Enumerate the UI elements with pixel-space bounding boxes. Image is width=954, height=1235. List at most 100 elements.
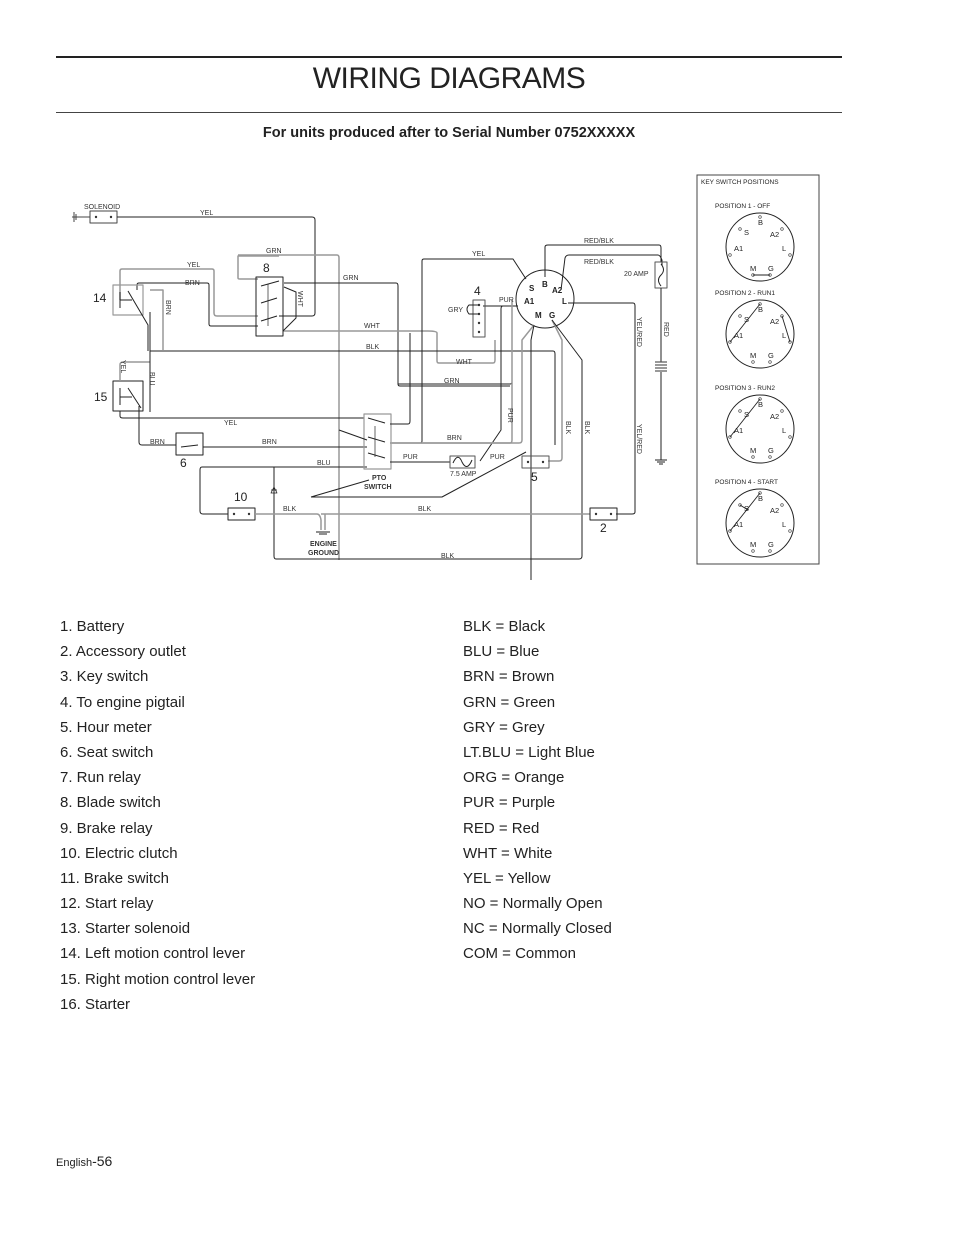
color-legend-item: COM = Common xyxy=(463,945,576,963)
fuse-7-5-amp-label: 7.5 AMP xyxy=(450,471,477,478)
key-pin-dot-g xyxy=(768,549,772,553)
key-pin-b: B xyxy=(542,280,548,289)
key-pin-dot-a2 xyxy=(780,409,784,413)
color-legend: BLK = Black BLU = Blue BRN = Brown GRN = Gr… xyxy=(463,614,612,967)
component-legend-item: 4. To engine pigtail xyxy=(60,693,185,711)
color-legend-item: BLU = Blue xyxy=(463,643,540,661)
wiring-diagram: SOLENOID YEL GRN YEL BRN GRN WHT BLK WHT… xyxy=(72,174,820,580)
key-pin-dot-l xyxy=(788,435,792,439)
key-position-pin-label: A2 xyxy=(770,506,779,515)
key-position-pin-label: S xyxy=(744,228,749,237)
key-position-pin-label: A2 xyxy=(770,412,779,421)
key-position-pin-label: L xyxy=(782,426,786,435)
callout-5: 5 xyxy=(531,470,538,484)
solenoid-label: SOLENOID xyxy=(84,204,120,211)
color-legend-item: NO = Normally Open xyxy=(463,895,603,913)
key-pin-dot-g xyxy=(768,455,772,459)
key-pin-dot-g xyxy=(768,360,772,364)
component-legend-item: 15. Right motion control lever xyxy=(60,970,256,988)
key-position-pin-label: G xyxy=(768,540,774,549)
color-legend-item: RED = Red xyxy=(463,819,540,837)
key-position-pin-label: M xyxy=(750,446,756,455)
key-pin-l: L xyxy=(562,297,567,306)
key-position-label: POSITION 1 - OFF xyxy=(715,203,770,210)
key-position-label: POSITION 3 - RUN2 xyxy=(715,385,775,392)
component-legend-item: 16. Starter xyxy=(60,995,131,1013)
wire-label-red-blk-1: RED/BLK xyxy=(584,238,614,245)
key-position-pin-label: B xyxy=(758,305,763,314)
page-footer: English-56 xyxy=(56,1153,112,1169)
page-subtitle: For units produced after to Serial Numbe… xyxy=(262,125,636,141)
footer-page-number: -56 xyxy=(92,1153,113,1169)
wire-label-grn: GRN xyxy=(266,248,282,255)
wire-label-blk-vert-2: BLK xyxy=(583,421,590,435)
component-legend-item: 14. Left motion control lever xyxy=(60,945,246,963)
key-pin-dot-m xyxy=(751,455,755,459)
component-legend-item: 6. Seat switch xyxy=(60,743,154,761)
component-legend-item: 10. Electric clutch xyxy=(60,844,178,862)
wire-label-blu-vert: BLU xyxy=(148,372,155,386)
wire-label-yel-key: YEL xyxy=(472,251,485,258)
key-position-4: POSITION 4 - STARTBS A2A1 LM G xyxy=(715,479,795,558)
key-connection-line xyxy=(729,492,761,532)
key-position-pin-label: A2 xyxy=(770,230,779,239)
component-legend-item: 3. Key switch xyxy=(60,668,149,686)
wire-label-yel-vert: YEL xyxy=(119,360,126,373)
component-legend-item: 11. Brake switch xyxy=(60,869,169,887)
key-position-pin-label: L xyxy=(782,244,786,253)
key-pin-a2: A2 xyxy=(552,286,563,295)
key-pin-m: M xyxy=(535,311,542,320)
wire-label-brn-pto: BRN xyxy=(262,439,277,446)
color-legend-item: PUR = Purple xyxy=(463,794,556,812)
color-legend-item: GRN = Green xyxy=(463,693,556,711)
wire-label-yel: YEL xyxy=(187,262,200,269)
wire-label-pur-vert: PUR xyxy=(506,408,513,423)
wire-label-blk-bottom: BLK xyxy=(441,553,455,560)
components-legend: 1. Battery 2. Accessory outlet 3. Key swit… xyxy=(60,614,255,1017)
wire-label-brn-vert: BRN xyxy=(164,300,171,315)
wire-label-blk-clutch: BLK xyxy=(283,506,297,513)
component-legend-item: 12. Start relay xyxy=(60,895,154,913)
wire-label-pur-fuse: PUR xyxy=(490,454,505,461)
key-position-pin-label: G xyxy=(768,351,774,360)
key-position-pin-label: G xyxy=(768,446,774,455)
key-position-1: POSITION 1 - OFF BS A2 A1 L M G xyxy=(715,203,795,282)
key-pin-dot-s xyxy=(738,314,742,318)
key-pin-dot-s xyxy=(738,409,742,413)
component-legend-item: 9. Brake relay xyxy=(60,819,153,837)
key-position-pin-label: A1 xyxy=(734,244,743,253)
key-position-pin-label: M xyxy=(750,540,756,549)
component-legend-item: 1. Battery xyxy=(60,618,125,635)
engine-ground-label-1: ENGINE xyxy=(310,541,337,548)
wire-label-red-blk-2: RED/BLK xyxy=(584,259,614,266)
key-pin-dot-m xyxy=(751,360,755,364)
key-pin-s: S xyxy=(529,284,535,293)
wire-label-blk: BLK xyxy=(366,344,380,351)
key-switch-positions-panel: KEY SWITCH POSITIONS POSITION 1 - OFFBS A… xyxy=(696,174,820,565)
color-legend-item: LT.BLU = Light Blue xyxy=(463,743,595,761)
key-position-pin-label: G xyxy=(768,264,774,273)
component-legend-item: 2. Accessory outlet xyxy=(60,643,186,661)
key-pin-a1: A1 xyxy=(524,297,535,306)
wire-label-brn: BRN xyxy=(185,280,200,287)
key-position-pin-label: B xyxy=(758,218,763,227)
wire-label-yel-15: YEL xyxy=(224,420,237,427)
gry-label: GRY xyxy=(448,307,463,314)
callout-6: 6 xyxy=(180,456,187,470)
component-legend-item: 5. Hour meter xyxy=(60,718,152,736)
wire-label-yel-top: YEL xyxy=(200,210,213,217)
color-legend-item: NC = Normally Closed xyxy=(463,920,612,938)
component-legend-item: 7. Run relay xyxy=(60,769,141,787)
wire-label-blu: BLU xyxy=(317,460,331,467)
wire-label-wht-2: WHT xyxy=(456,359,473,366)
key-pin-dot-l xyxy=(788,529,792,533)
color-legend-item: WHT = White xyxy=(463,844,553,862)
key-position-label: POSITION 4 - START xyxy=(715,479,778,486)
key-pin-dot-m xyxy=(751,549,755,553)
callout-4: 4 xyxy=(474,284,481,298)
key-pin-g: G xyxy=(549,311,555,320)
wire-label-brn-seat: BRN xyxy=(150,439,165,446)
key-pin-dot-s xyxy=(738,227,742,231)
color-legend-item: ORG = Orange xyxy=(463,769,565,787)
wire-label-pur: PUR xyxy=(499,297,514,304)
